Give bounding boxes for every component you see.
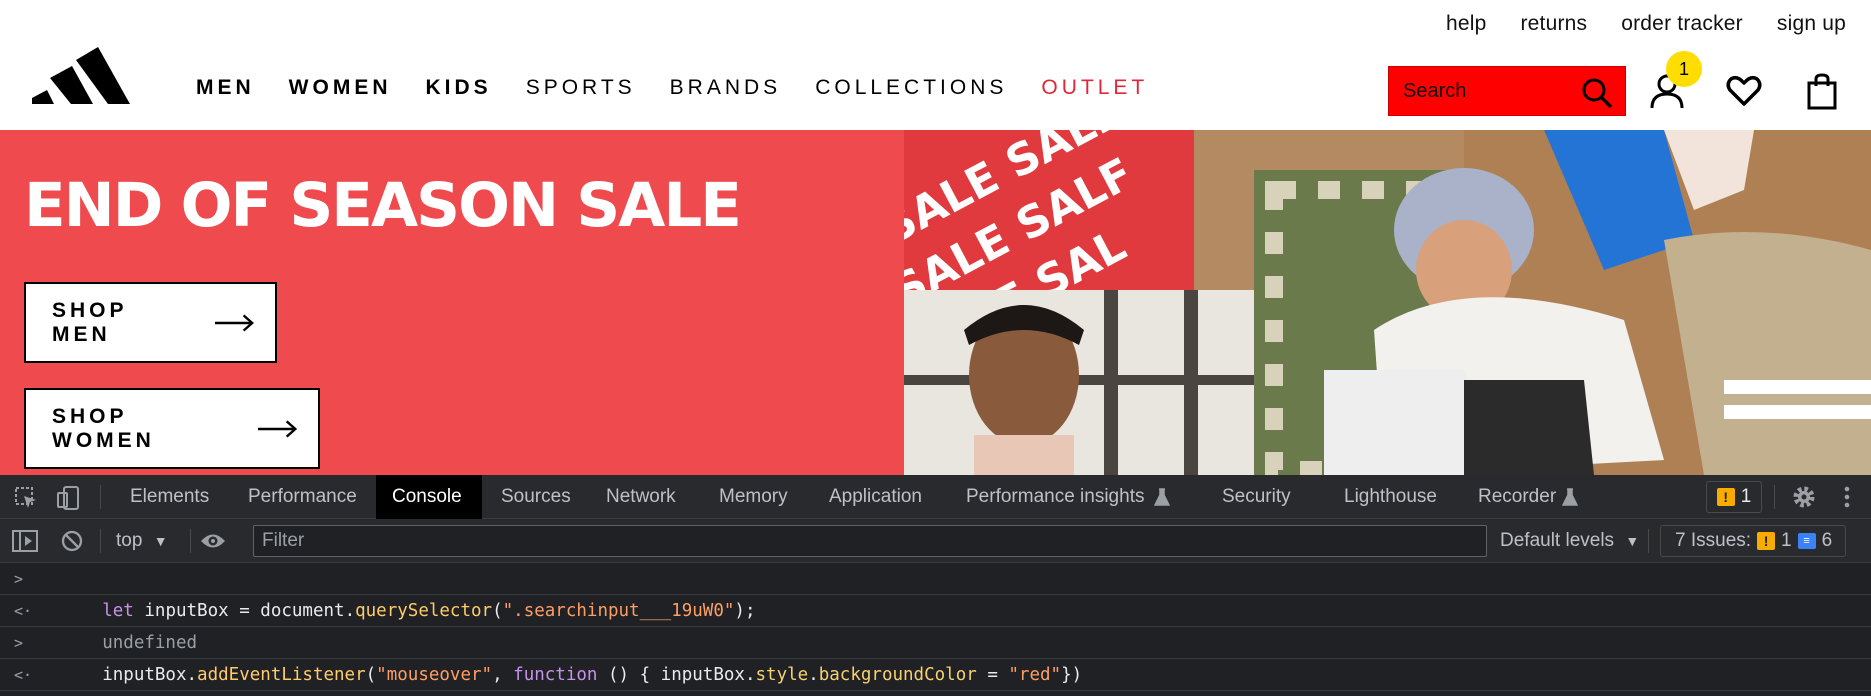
tab-lighthouse[interactable]: Lighthouse (1328, 475, 1453, 519)
hero-banner[interactable]: END OF SEASON SALE SHOP MEN SHOP WOMEN S… (0, 130, 1871, 475)
prompt-chevron-icon: > (14, 570, 24, 588)
message-icon: ≡ (1797, 533, 1816, 549)
result-arrow-icon: <· (14, 666, 33, 684)
console-toolbar: top ▼ Default levels ▼ 7 Issues: ! 1 ≡ 6 (0, 519, 1871, 563)
console-input-line[interactable]: > inputBox.addEventListener("mouseover", … (0, 627, 1871, 685)
toolbar-divider (100, 529, 101, 553)
site-header: help returns order tracker sign up MEN W… (0, 0, 1871, 130)
hero-title: END OF SEASON SALE (24, 170, 742, 241)
tab-network[interactable]: Network (590, 475, 692, 519)
console-output[interactable]: > let inputBox = document.querySelector("… (0, 563, 1871, 696)
flask-icon (1562, 488, 1578, 506)
inspect-element-icon[interactable] (14, 486, 38, 510)
clear-console-icon[interactable] (60, 529, 84, 553)
tab-sources[interactable]: Sources (485, 475, 587, 519)
console-result-line: <·undefined (0, 595, 1871, 653)
toolbar-divider (1774, 485, 1775, 509)
console-input-line[interactable]: > let inputBox = document.querySelector("… (0, 563, 1871, 621)
arrow-right-icon (214, 313, 254, 332)
issues-button[interactable]: 7 Issues: ! 1 ≡ 6 (1660, 525, 1846, 557)
eye-icon[interactable] (200, 531, 226, 551)
warning-icon: ! (1757, 532, 1776, 550)
sign-up-link[interactable]: sign up (1777, 12, 1846, 36)
nav-kids[interactable]: KIDS (426, 76, 492, 100)
device-toolbar-icon[interactable] (56, 485, 82, 511)
tab-performance-insights[interactable]: Performance insights (950, 475, 1160, 519)
issues-label: 7 Issues: (1675, 530, 1752, 551)
shop-women-button[interactable]: SHOP WOMEN (24, 388, 320, 469)
shop-men-button[interactable]: SHOP MEN (24, 282, 277, 363)
prompt-chevron-icon: > (14, 634, 24, 652)
tab-application[interactable]: Application (813, 475, 938, 519)
gear-icon[interactable] (1792, 485, 1816, 509)
search-input[interactable] (1403, 77, 1573, 105)
sidebar-toggle-icon[interactable] (12, 529, 38, 553)
nav-women[interactable]: WOMEN (289, 76, 392, 100)
account-badge: 1 (1666, 51, 1702, 87)
issues-info-count: 6 (1821, 530, 1833, 551)
nav-collections[interactable]: COLLECTIONS (815, 76, 1007, 100)
tab-memory[interactable]: Memory (703, 475, 804, 519)
order-tracker-link[interactable]: order tracker (1621, 12, 1743, 36)
nav-men[interactable]: MEN (196, 76, 255, 100)
toolbar-divider (1648, 529, 1649, 553)
tab-performance[interactable]: Performance (232, 475, 373, 519)
filter-input[interactable] (262, 528, 1472, 554)
hero-promo-panel: END OF SEASON SALE SHOP MEN SHOP WOMEN (0, 130, 904, 475)
tab-recorder[interactable]: Recorder (1462, 475, 1572, 519)
nav-outlet[interactable]: OUTLET (1041, 76, 1148, 100)
issues-warn-count: 1 (1781, 530, 1792, 551)
result-arrow-icon: <· (14, 602, 33, 620)
toolbar-divider (100, 485, 101, 509)
adidas-logo[interactable] (32, 38, 132, 104)
levels-label: Default levels (1500, 530, 1615, 551)
warning-icon: ! (1716, 488, 1735, 506)
search-icon[interactable] (1581, 77, 1613, 109)
warnings-counter[interactable]: ! 1 (1706, 481, 1762, 513)
context-label: top (116, 530, 143, 551)
arrow-right-icon (257, 419, 297, 438)
dropdown-caret-icon: ▼ (153, 533, 168, 549)
main-nav: MEN WOMEN KIDS SPORTS BRANDS COLLECTIONS… (196, 76, 1182, 100)
returns-link[interactable]: returns (1520, 12, 1587, 36)
context-selector[interactable]: top ▼ (116, 519, 168, 563)
nav-brands[interactable]: BRANDS (670, 76, 782, 100)
search-box[interactable] (1388, 66, 1626, 116)
bag-icon[interactable] (1803, 72, 1841, 110)
shop-men-label: SHOP MEN (52, 298, 128, 346)
utility-links: help returns order tracker sign up (1446, 12, 1846, 36)
help-link[interactable]: help (1446, 12, 1487, 36)
hero-photo: SALE SALE SALE SALF SALE SAL (904, 130, 1871, 475)
filter-field[interactable] (253, 525, 1487, 557)
wishlist-heart-icon[interactable] (1725, 72, 1763, 110)
tab-console[interactable]: Console (376, 475, 482, 519)
shop-women-label: SHOP WOMEN (52, 404, 155, 452)
warning-count: 1 (1740, 486, 1752, 507)
devtools-panel: Elements Performance Console Sources Net… (0, 475, 1871, 696)
tab-elements[interactable]: Elements (114, 475, 225, 519)
nav-sports[interactable]: SPORTS (526, 76, 636, 100)
more-options-icon[interactable] (1842, 485, 1852, 509)
flask-icon (1154, 488, 1170, 506)
log-levels-dropdown[interactable]: Default levels ▼ (1500, 519, 1639, 563)
devtools-tab-bar: Elements Performance Console Sources Net… (0, 475, 1871, 519)
tab-security[interactable]: Security (1206, 475, 1307, 519)
console-result-line: <·undefined (0, 659, 1871, 691)
dropdown-caret-icon: ▼ (1625, 533, 1640, 549)
toolbar-divider (190, 529, 191, 553)
